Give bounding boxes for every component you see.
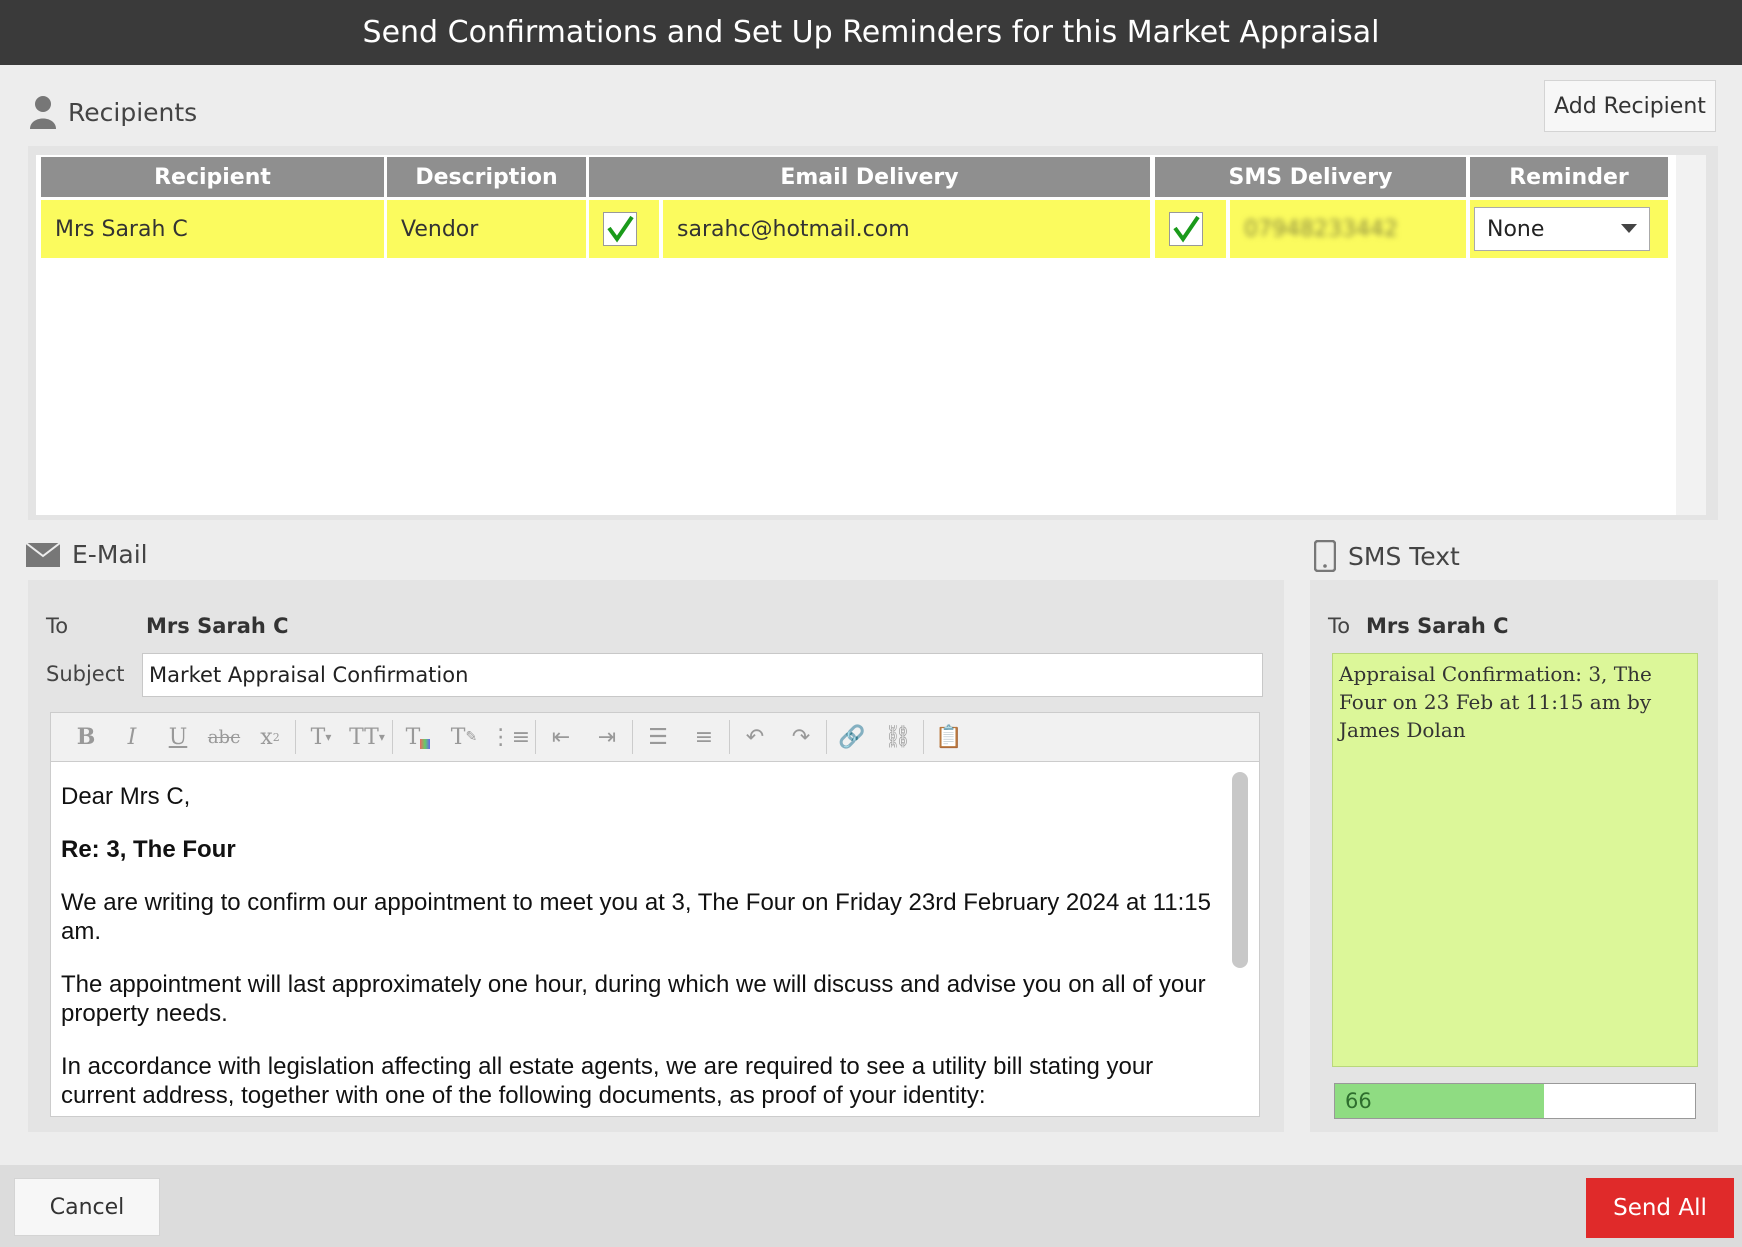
column-header-description[interactable]: Description bbox=[387, 157, 586, 197]
dialog-title: Send Confirmations and Set Up Reminders … bbox=[0, 0, 1742, 65]
toolbar-separator bbox=[923, 720, 924, 754]
editor-toolbar: B I U abc x2 T ▾ TT ▾ T T ✎ ⋮≡ ⇤ ⇥ ☰ ≡ ↶ ↷ … bbox=[50, 712, 1260, 762]
text-color-icon[interactable]: T bbox=[395, 717, 441, 757]
toolbar-separator bbox=[392, 720, 393, 754]
align-center-icon[interactable]: ≡ bbox=[681, 717, 727, 757]
reminder-select[interactable]: None bbox=[1474, 207, 1650, 251]
cell-recipient: Mrs Sarah C bbox=[41, 200, 384, 258]
align-left-icon[interactable]: ☰ bbox=[635, 717, 681, 757]
font-family-icon[interactable]: T ▾ bbox=[298, 717, 344, 757]
undo-icon[interactable]: ↶ bbox=[732, 717, 778, 757]
toolbar-separator bbox=[632, 720, 633, 754]
sms-counter-value: 66 bbox=[1345, 1089, 1372, 1113]
sms-message: Appraisal Confirmation: 3, The Four on 2… bbox=[1339, 662, 1652, 742]
reminder-select-value: None bbox=[1487, 216, 1545, 242]
phone-icon bbox=[1314, 540, 1336, 572]
cell-sms-checkbox bbox=[1155, 200, 1226, 258]
unlink-icon[interactable]: ⛓ bbox=[875, 717, 921, 757]
toolbar-separator bbox=[295, 720, 296, 754]
column-header-recipient[interactable]: Recipient bbox=[41, 157, 384, 197]
email-delivery-checkbox[interactable] bbox=[603, 212, 637, 246]
cell-description: Vendor bbox=[387, 200, 586, 258]
strikethrough-icon[interactable]: abc bbox=[201, 717, 247, 757]
bold-icon[interactable]: B bbox=[63, 717, 109, 757]
clear-format-icon[interactable]: T ✎ bbox=[441, 717, 487, 757]
recipients-header: Recipients bbox=[30, 95, 197, 129]
person-icon bbox=[30, 96, 56, 129]
font-size-icon[interactable]: TT ▾ bbox=[344, 717, 390, 757]
sms-text-area[interactable]: Appraisal Confirmation: 3, The Four on 2… bbox=[1332, 653, 1698, 1067]
email-paragraph: In accordance with legislation affecting… bbox=[61, 1053, 1154, 1109]
cancel-button[interactable]: Cancel bbox=[14, 1178, 160, 1236]
email-body-editor[interactable]: Dear Mrs C, Re: 3, The Four We are writi… bbox=[50, 762, 1260, 1117]
toolbar-separator bbox=[535, 720, 536, 754]
email-re-line: Re: 3, The Four bbox=[61, 836, 236, 863]
chevron-down-icon bbox=[1621, 224, 1637, 233]
paste-text-icon[interactable]: 📋 bbox=[926, 717, 972, 757]
add-recipient-button[interactable]: Add Recipient bbox=[1544, 80, 1716, 132]
email-heading: E-Mail bbox=[72, 540, 148, 569]
toolbar-separator bbox=[826, 720, 827, 754]
outdent-icon[interactable]: ⇤ bbox=[538, 717, 584, 757]
underline-icon[interactable]: U bbox=[155, 717, 201, 757]
dialog-footer bbox=[0, 1165, 1742, 1247]
email-header: E-Mail bbox=[26, 540, 148, 569]
envelope-icon bbox=[26, 542, 60, 567]
email-to-value: Mrs Sarah C bbox=[146, 614, 289, 638]
email-subject-label: Subject bbox=[46, 662, 125, 686]
email-paragraph: We are writing to confirm our appointmen… bbox=[61, 889, 1211, 945]
column-header-email-delivery[interactable]: Email Delivery bbox=[589, 157, 1150, 197]
sms-character-counter: 66 bbox=[1334, 1083, 1696, 1119]
checkmark-icon bbox=[607, 215, 634, 243]
sms-to-value: Mrs Sarah C bbox=[1366, 614, 1509, 638]
sms-header: SMS Text bbox=[1314, 540, 1460, 572]
recipients-heading: Recipients bbox=[68, 97, 198, 127]
email-paragraph: The appointment will last approximately … bbox=[61, 971, 1206, 1027]
cell-sms-number: 07948233442 bbox=[1230, 200, 1466, 258]
bullet-list-icon[interactable]: ⋮≡ bbox=[487, 717, 533, 757]
email-greeting: Dear Mrs C, bbox=[61, 783, 191, 810]
send-all-button[interactable]: Send All bbox=[1586, 1178, 1734, 1238]
sms-number-redacted: 07948233442 bbox=[1244, 216, 1398, 242]
indent-icon[interactable]: ⇥ bbox=[584, 717, 630, 757]
cell-email-address: sarahc@hotmail.com bbox=[663, 200, 1150, 258]
subject-input[interactable]: Market Appraisal Confirmation bbox=[142, 653, 1263, 697]
cell-email-checkbox bbox=[589, 200, 659, 258]
superscript-icon[interactable]: x2 bbox=[247, 717, 293, 757]
column-header-sms-delivery[interactable]: SMS Delivery bbox=[1155, 157, 1466, 197]
toolbar-separator bbox=[729, 720, 730, 754]
redo-icon[interactable]: ↷ bbox=[778, 717, 824, 757]
checkmark-icon bbox=[1173, 215, 1200, 243]
subject-input-value: Market Appraisal Confirmation bbox=[149, 663, 469, 687]
sms-delivery-checkbox[interactable] bbox=[1169, 212, 1203, 246]
sms-to-label: To bbox=[1328, 614, 1351, 638]
sms-heading: SMS Text bbox=[1348, 541, 1460, 571]
grid-scrollbar[interactable] bbox=[1676, 155, 1706, 515]
editor-scrollbar[interactable] bbox=[1232, 772, 1248, 968]
column-header-reminder[interactable]: Reminder bbox=[1470, 157, 1668, 197]
email-to-label: To bbox=[46, 614, 69, 638]
italic-icon[interactable]: I bbox=[109, 717, 155, 757]
link-icon[interactable]: 🔗 bbox=[829, 717, 875, 757]
